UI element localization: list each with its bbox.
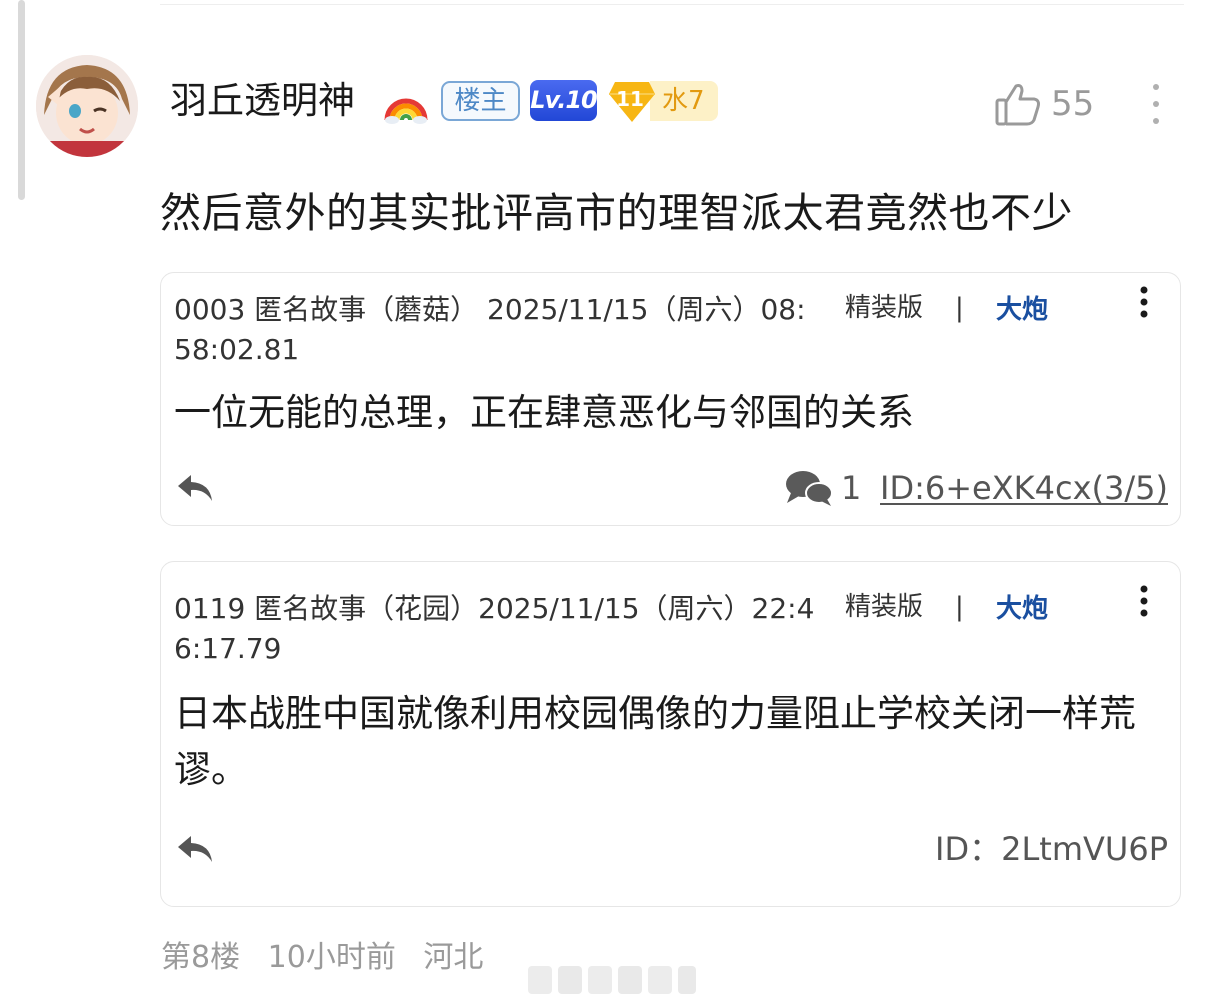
quote-meta: 0119 匿名故事（花园）2025/11/15（周六）22:4 (174, 592, 815, 625)
chat-bubbles-icon[interactable] (785, 469, 833, 507)
quote-separator: | (955, 592, 964, 622)
rainbow-emoji (383, 80, 429, 126)
floor-number: 第8楼 (161, 940, 241, 975)
level-badge: Lv.10 (530, 80, 598, 121)
quote-tag: 精装版 (845, 592, 924, 622)
host-badge: 楼主 (441, 81, 520, 121)
cannon-label[interactable]: 大炮 (996, 588, 1048, 630)
water-level-number: 11 (616, 87, 644, 111)
post-footer: 第8楼 10小时前 河北 (161, 938, 501, 978)
quote-body: 一位无能的总理，正在肆意恶化与邻国的关系 (174, 391, 914, 434)
more-vertical-icon[interactable] (1150, 82, 1162, 126)
reply-icon[interactable] (175, 471, 215, 505)
water-badge-label: 水7 (662, 86, 705, 116)
reply-count: 1 (841, 469, 862, 507)
water-badge: 水7 (650, 81, 718, 121)
like-count: 55 (1051, 84, 1095, 124)
scrollbar-thumb[interactable] (18, 0, 25, 200)
watermark (528, 962, 698, 998)
reply-icon[interactable] (175, 832, 215, 866)
post-text: 然后意外的其实批评高市的理智派太君竟然也不少 (160, 189, 1073, 237)
avatar[interactable] (36, 55, 138, 157)
quote-meta: 0003 匿名故事（蘑菇） 2025/11/15（周六）08: (174, 293, 806, 326)
post-location: 河北 (423, 940, 484, 975)
quote-separator: | (955, 293, 964, 323)
cannon-label[interactable]: 大炮 (996, 289, 1048, 331)
quote-meta-time: 58:02.81 (174, 333, 300, 366)
post-time: 10小时前 (267, 940, 396, 975)
top-divider (160, 4, 1184, 5)
more-vertical-icon[interactable] (1139, 286, 1149, 320)
poster-id: ID：2LtmVU6P (935, 830, 1168, 868)
quote-body: 日本战胜中国就像利用校园偶像的力量阻止学校关闭一样荒谬。 (174, 692, 1136, 791)
more-vertical-icon[interactable] (1139, 585, 1149, 619)
username[interactable]: 羽丘透明神 (170, 78, 355, 124)
quote-card[interactable]: 0119 匿名故事（花园）2025/11/15（周六）22:4 精装版 | 大炮… (160, 561, 1181, 907)
quote-card[interactable]: 0003 匿名故事（蘑菇） 2025/11/15（周六）08: 精装版 | 大炮… (160, 272, 1181, 526)
thumbs-up-icon[interactable] (994, 80, 1042, 128)
quote-tag: 精装版 (845, 293, 924, 323)
poster-id-link[interactable]: ID:6+eXK4cx(3/5) (880, 468, 1168, 508)
quote-meta-time: 6:17.79 (174, 632, 282, 665)
